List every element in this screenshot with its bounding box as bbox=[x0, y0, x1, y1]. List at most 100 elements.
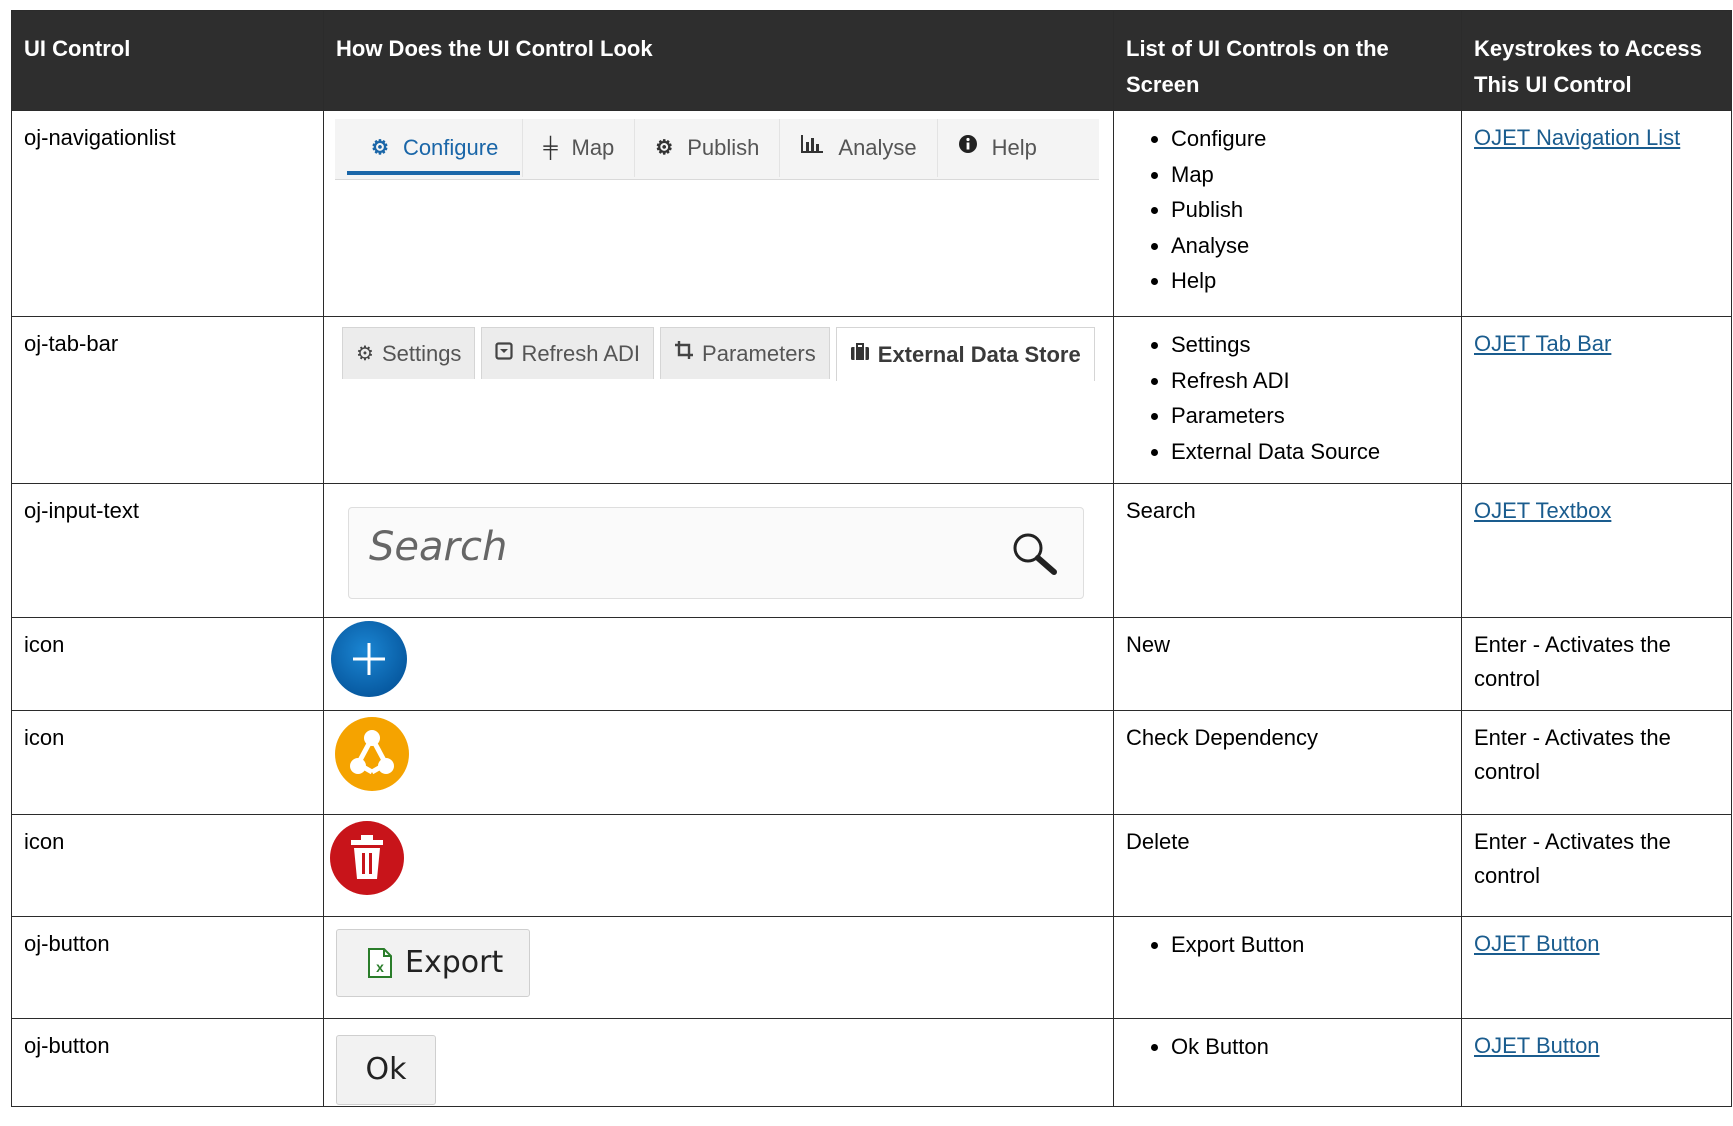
ui-controls-table: UI Control How Does the UI Control Look … bbox=[11, 10, 1732, 1107]
keystroke-text: Enter - Activates the control bbox=[1461, 617, 1732, 711]
keystroke-text: Enter - Activates the control bbox=[1461, 710, 1732, 815]
control-name: oj-tab-bar bbox=[11, 316, 324, 484]
table-row: icon New Enter - Activates the control bbox=[11, 617, 1732, 711]
table-row: icon Delete Enter - Activates the contro… bbox=[11, 814, 1732, 917]
tab-label: External Data Store bbox=[877, 341, 1081, 367]
nav-item-label: Help bbox=[991, 135, 1037, 160]
control-preview: Ok bbox=[323, 1018, 1114, 1107]
tab-label: Parameters bbox=[702, 340, 816, 366]
search-icon[interactable] bbox=[1009, 530, 1061, 578]
control-name: icon bbox=[11, 617, 324, 711]
tab-parameters[interactable]: Parameters bbox=[660, 327, 830, 379]
bar-chart-icon bbox=[800, 131, 824, 165]
gear-icon: ⚙ bbox=[371, 137, 389, 159]
ojet-tab-bar-link[interactable]: OJET Tab Bar bbox=[1474, 331, 1611, 356]
table-row: oj-input-text Search Search OJET Textbox bbox=[11, 483, 1732, 618]
svg-text:x: x bbox=[376, 959, 384, 975]
trash-icon[interactable] bbox=[329, 820, 405, 896]
control-name: icon bbox=[11, 710, 324, 815]
nav-item-publish[interactable]: ⚙ Publish bbox=[635, 119, 781, 177]
control-preview bbox=[323, 814, 1114, 917]
ojet-button-link[interactable]: OJET Button bbox=[1474, 931, 1600, 956]
header-row: UI Control How Does the UI Control Look … bbox=[11, 10, 1732, 111]
nav-item-label: Analyse bbox=[838, 135, 917, 160]
gear-icon: ⚙ bbox=[356, 342, 374, 365]
nav-item-configure[interactable]: ⚙ Configure bbox=[335, 119, 524, 177]
keystroke-cell: OJET Button bbox=[1461, 916, 1732, 1019]
info-icon bbox=[958, 131, 978, 165]
search-input[interactable]: Search bbox=[348, 507, 1084, 599]
control-preview: ⚙ Settings Refresh ADI Parameters Extern… bbox=[323, 316, 1114, 484]
ojet-textbox-link[interactable]: OJET Textbox bbox=[1474, 498, 1611, 523]
navigation-list: ⚙ Configure ╪ Map ⚙ Publish Analyse Help bbox=[335, 119, 1099, 180]
control-list: Export Button bbox=[1113, 916, 1462, 1019]
nav-item-label: Publish bbox=[687, 135, 760, 160]
control-name: oj-navigationlist bbox=[11, 110, 324, 317]
control-preview: ⚙ Configure ╪ Map ⚙ Publish Analyse Help bbox=[323, 110, 1114, 317]
control-preview: Search bbox=[323, 483, 1114, 618]
control-name: icon bbox=[11, 814, 324, 917]
ok-label: Ok bbox=[365, 1052, 407, 1087]
control-preview bbox=[323, 617, 1114, 711]
keystroke-text: Enter - Activates the control bbox=[1461, 814, 1732, 917]
tab-label: Settings bbox=[381, 340, 462, 366]
control-list-text: Delete bbox=[1113, 814, 1462, 917]
dependency-icon[interactable] bbox=[334, 716, 410, 792]
crop-icon bbox=[674, 337, 694, 371]
ojet-navigation-list-link[interactable]: OJET Navigation List bbox=[1474, 125, 1680, 150]
control-name: oj-button bbox=[11, 916, 324, 1019]
export-label: Export bbox=[405, 945, 504, 980]
ojet-button-link[interactable]: OJET Button bbox=[1474, 1033, 1600, 1058]
tab-bar: ⚙ Settings Refresh ADI Parameters Extern… bbox=[342, 325, 1101, 389]
control-list-text: New bbox=[1113, 617, 1462, 711]
list-item: Help bbox=[1171, 263, 1449, 299]
tab-label: Refresh ADI bbox=[521, 340, 641, 366]
ok-button[interactable]: Ok bbox=[336, 1035, 436, 1105]
header-keystrokes: Keystrokes to Access This UI Control bbox=[1461, 10, 1732, 111]
control-list: Settings Refresh ADI Parameters External… bbox=[1113, 316, 1462, 484]
nav-item-label: Configure bbox=[402, 135, 499, 160]
table-row: oj-navigationlist ⚙ Configure ╪ Map ⚙ Pu… bbox=[11, 110, 1732, 317]
tab-refresh-adi[interactable]: Refresh ADI bbox=[481, 327, 655, 379]
table-row: oj-button Ok Ok Button OJET Button bbox=[11, 1018, 1732, 1107]
control-list: Ok Button bbox=[1113, 1018, 1462, 1107]
header-how-look: How Does the UI Control Look bbox=[323, 10, 1114, 111]
nav-item-label: Map bbox=[571, 135, 615, 160]
export-button[interactable]: x Export bbox=[336, 929, 530, 997]
list-item: Ok Button bbox=[1171, 1029, 1449, 1065]
nav-item-help[interactable]: Help bbox=[938, 119, 1057, 177]
nav-item-analyse[interactable]: Analyse bbox=[780, 119, 938, 177]
control-list: Configure Map Publish Analyse Help bbox=[1113, 110, 1462, 317]
control-preview: x Export bbox=[323, 916, 1114, 1019]
list-item: Configure bbox=[1171, 121, 1449, 157]
list-item: Refresh ADI bbox=[1171, 363, 1449, 399]
tab-external-data-store[interactable]: External Data Store bbox=[835, 327, 1095, 381]
list-item: Parameters bbox=[1171, 398, 1449, 434]
control-name: oj-button bbox=[11, 1018, 324, 1107]
list-item: Export Button bbox=[1171, 927, 1449, 963]
keystroke-cell: OJET Tab Bar bbox=[1461, 316, 1732, 484]
list-item: Map bbox=[1171, 157, 1449, 193]
header-list-controls: List of UI Controls on the Screen bbox=[1113, 10, 1462, 111]
control-list-text: Check Dependency bbox=[1113, 710, 1462, 815]
plus-icon[interactable] bbox=[329, 620, 409, 700]
tab-settings[interactable]: ⚙ Settings bbox=[342, 327, 476, 379]
control-preview bbox=[323, 710, 1114, 815]
control-name: oj-input-text bbox=[11, 483, 324, 618]
nav-item-map[interactable]: ╪ Map bbox=[523, 119, 636, 177]
search-placeholder: Search bbox=[369, 524, 508, 570]
table-row: icon Check Dependency Enter - Activates … bbox=[11, 710, 1732, 815]
list-item: Publish bbox=[1171, 192, 1449, 228]
list-item: External Data Source bbox=[1171, 434, 1449, 470]
list-item: Settings bbox=[1171, 327, 1449, 363]
keystroke-cell: OJET Button bbox=[1461, 1018, 1732, 1107]
control-list-text: Search bbox=[1113, 483, 1462, 618]
dropdown-box-icon bbox=[495, 337, 514, 371]
signpost-icon: ╪ bbox=[543, 137, 558, 159]
table-row: oj-button x Export Export Button OJET Bu… bbox=[11, 916, 1732, 1019]
excel-icon: x bbox=[368, 948, 392, 978]
gears-icon: ⚙ bbox=[655, 137, 674, 159]
keystroke-cell: OJET Textbox bbox=[1461, 483, 1732, 618]
keystroke-cell: OJET Navigation List bbox=[1461, 110, 1732, 317]
list-item: Analyse bbox=[1171, 228, 1449, 264]
